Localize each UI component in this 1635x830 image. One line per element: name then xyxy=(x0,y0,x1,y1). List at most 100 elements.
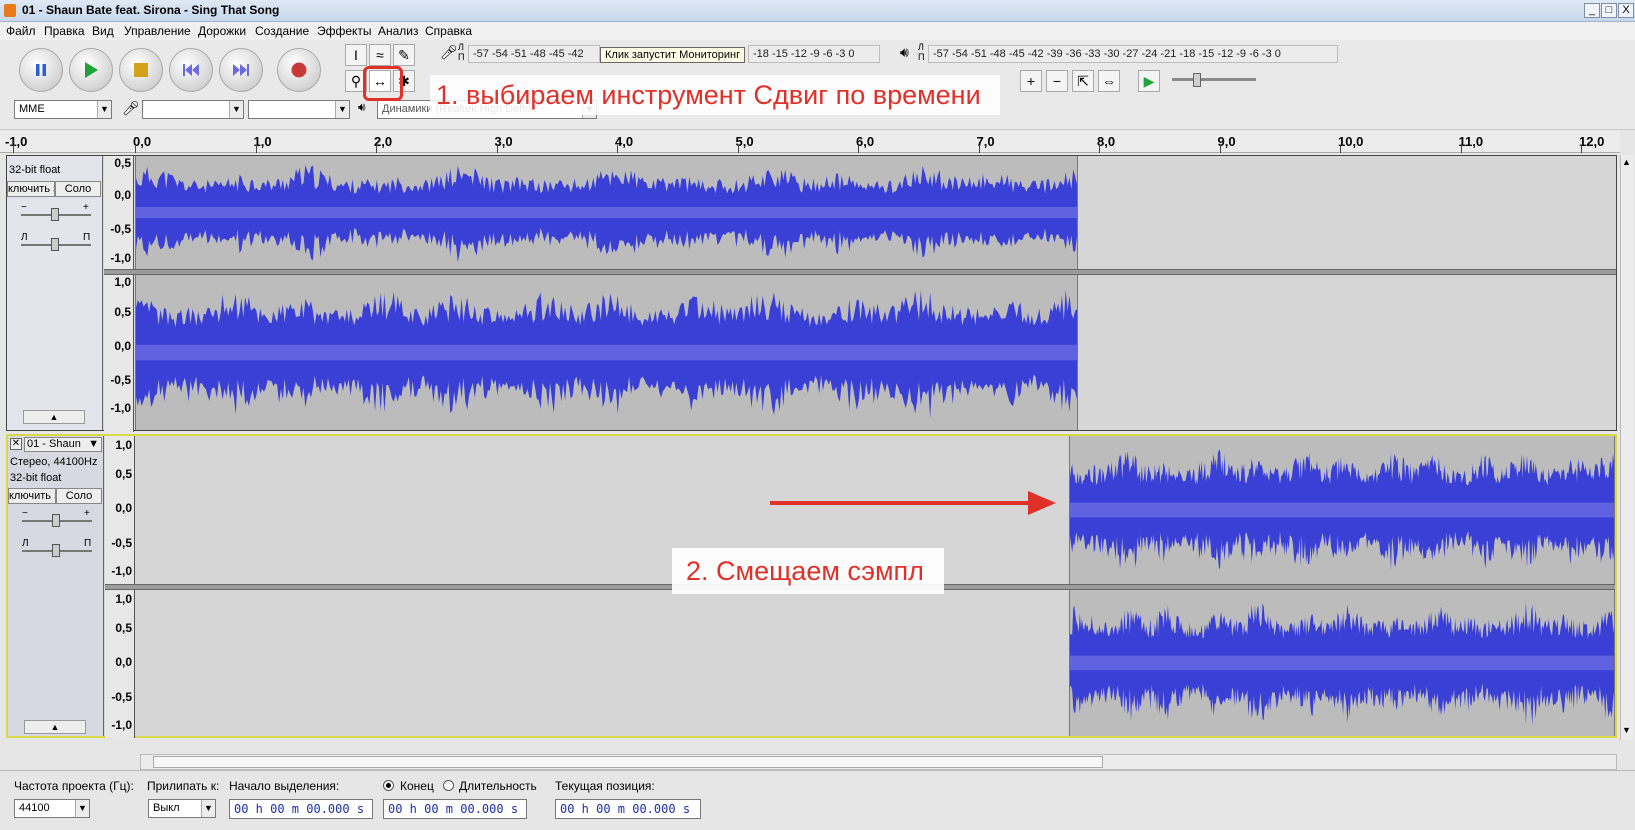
current-position-time[interactable]: 00 h 00 m 00.000 s xyxy=(555,799,701,819)
microphone-icon: 🎤︎ xyxy=(440,44,458,60)
menu-effects[interactable]: Эффекты xyxy=(317,24,372,38)
track-2-gain-thumb[interactable] xyxy=(52,514,60,527)
track-2-close-button[interactable]: ✕ xyxy=(10,438,22,450)
track-1-solo-button[interactable]: Соло xyxy=(55,181,101,197)
selection-start-time[interactable]: 00 h 00 m 00.000 s xyxy=(229,799,373,819)
chevron-down-icon: ▼ xyxy=(201,800,215,817)
fit-project-button[interactable]: ⇔ xyxy=(1098,70,1120,92)
skip-end-icon xyxy=(220,49,262,91)
ruler-tick-label: 11,0 xyxy=(1458,134,1484,149)
snap-to-select[interactable]: Выкл ▼ xyxy=(148,799,216,818)
menu-analyze[interactable]: Анализ xyxy=(378,24,419,38)
waveform xyxy=(136,290,1077,419)
zoom-in-button[interactable]: + xyxy=(1020,70,1042,92)
waveform xyxy=(1070,449,1614,571)
chevron-down-icon: ▼ xyxy=(229,101,243,118)
ruler-tick xyxy=(737,145,739,153)
track-2-ch2-scale: 1,0 0,5 0,0 -0,5 -1,0 xyxy=(105,590,135,738)
pause-button[interactable] xyxy=(19,48,63,92)
play-button[interactable] xyxy=(69,48,113,92)
chevron-down-icon: ▼ xyxy=(88,438,99,450)
recording-channels-select[interactable]: ▼ xyxy=(248,100,350,119)
track-2-format-rate: Стерео, 44100Hz xyxy=(10,456,98,468)
track-2-solo-button[interactable]: Соло xyxy=(56,488,102,504)
project-rate-select[interactable]: 44100 ▼ xyxy=(14,799,90,818)
menu-generate[interactable]: Создание xyxy=(255,24,309,38)
skip-end-button[interactable] xyxy=(219,48,263,92)
selection-end-time[interactable]: 00 h 00 m 00.000 s xyxy=(383,799,527,819)
track-1-clip-ch1[interactable] xyxy=(135,156,1078,269)
envelope-tool-button[interactable]: ≈ xyxy=(369,44,391,66)
timeline-ruler[interactable]: -1,0 0,0 1,0 2,0 3,0 4,0 5,0 6,0 7,0 8,0 9,0 10,0 11… xyxy=(0,131,1620,153)
stop-button[interactable] xyxy=(119,48,163,92)
zoom-out-icon: − xyxy=(1052,73,1062,89)
scroll-up-icon[interactable]: ▲ xyxy=(1622,157,1631,167)
play-at-speed-button[interactable]: ▶ xyxy=(1138,70,1160,92)
microphone-icon: 🎤︎ xyxy=(122,100,140,116)
maximize-button[interactable]: □ xyxy=(1601,3,1617,18)
menu-bar: Файл Правка Вид Управление Дорожки Созда… xyxy=(0,22,1635,40)
waveform xyxy=(136,165,1077,263)
pan-left-label: Л xyxy=(21,232,28,243)
menu-view[interactable]: Вид xyxy=(92,24,114,38)
track-1-clip-ch2[interactable] xyxy=(135,275,1078,430)
draw-tool-button[interactable]: ✎ xyxy=(393,44,415,66)
vertical-scrollbar[interactable]: ▲ ▼ xyxy=(1620,155,1634,740)
recording-device-select[interactable]: ▼ xyxy=(142,100,244,119)
scroll-down-icon[interactable]: ▼ xyxy=(1622,725,1631,735)
track-1-collapse-button[interactable]: ▲ xyxy=(23,410,85,424)
close-button[interactable]: X xyxy=(1618,3,1634,18)
ruler-tick xyxy=(496,145,498,153)
monitor-tooltip: Клик запустит Мониторинг xyxy=(600,47,746,63)
track-2-name-menu[interactable]: 01 - Shaun ▼ xyxy=(24,437,102,452)
close-icon: ✕ xyxy=(11,438,21,449)
track-2-mute-button[interactable]: ключить зву xyxy=(8,488,56,504)
track-1-gain-thumb[interactable] xyxy=(51,208,59,221)
track-1[interactable]: 32-bit float ключить зву Соло − + Л П ▲ … xyxy=(6,155,1617,432)
track-2-collapse-button[interactable]: ▲ xyxy=(24,720,86,734)
horizontal-scrollbar[interactable] xyxy=(140,754,1617,770)
speed-slider[interactable] xyxy=(1172,78,1256,81)
horizontal-scroll-thumb[interactable] xyxy=(153,756,1103,768)
zoom-out-button[interactable]: − xyxy=(1046,70,1068,92)
meter-channel-left: Л xyxy=(458,42,464,52)
record-meter[interactable]: -57 -54 -51 -48 -45 -42 xyxy=(468,45,600,63)
ruler-tick xyxy=(1340,145,1341,153)
skip-start-button[interactable] xyxy=(169,48,213,92)
ruler-tick xyxy=(1219,145,1221,153)
menu-tracks[interactable]: Дорожки xyxy=(198,24,246,38)
speed-slider-thumb[interactable] xyxy=(1193,73,1201,87)
waveform-rms xyxy=(1070,655,1614,671)
project-rate-label: Частота проекта (Гц): xyxy=(14,779,134,793)
gain-minus-label: − xyxy=(22,508,28,519)
selection-toolbar: Частота проекта (Гц): 44100 ▼ Прилипать … xyxy=(0,770,1635,830)
record-meter-right[interactable]: -18 -15 -12 -9 -6 -3 0 xyxy=(748,45,880,63)
track-2-clip-ch1[interactable] xyxy=(1069,436,1615,584)
pencil-icon: ✎ xyxy=(398,47,410,63)
selection-tool-button[interactable]: I xyxy=(345,44,367,66)
end-radio[interactable] xyxy=(383,780,394,791)
minimize-button[interactable]: _ xyxy=(1584,3,1600,18)
record-button[interactable] xyxy=(277,48,321,92)
menu-edit[interactable]: Правка xyxy=(44,24,85,38)
menu-file[interactable]: Файл xyxy=(6,24,36,38)
chevron-down-icon: ▼ xyxy=(97,101,111,118)
length-radio[interactable] xyxy=(443,780,454,791)
playback-meter[interactable]: -57 -54 -51 -48 -45 -42 -39 -36 -33 -30 … xyxy=(928,45,1338,63)
audio-host-select[interactable]: MME ▼ xyxy=(14,100,112,119)
app-icon xyxy=(4,4,16,17)
snap-to-label: Прилипать к: xyxy=(147,779,220,793)
fit-selection-button[interactable]: ⇱ xyxy=(1072,70,1094,92)
record-icon xyxy=(278,49,320,91)
collapse-up-icon: ▲ xyxy=(49,412,59,422)
ruler-tick xyxy=(135,145,136,153)
track-2-clip-ch2[interactable] xyxy=(1069,590,1615,736)
menu-transport[interactable]: Управление xyxy=(124,24,191,38)
track-1-mute-button[interactable]: ключить зву xyxy=(7,181,55,197)
fit-selection-icon: ⇱ xyxy=(1077,73,1089,89)
gain-minus-label: − xyxy=(21,202,27,213)
track-2-pan-thumb[interactable] xyxy=(52,544,60,557)
skip-start-icon xyxy=(170,49,212,91)
menu-help[interactable]: Справка xyxy=(425,24,472,38)
track-1-pan-thumb[interactable] xyxy=(51,238,59,251)
